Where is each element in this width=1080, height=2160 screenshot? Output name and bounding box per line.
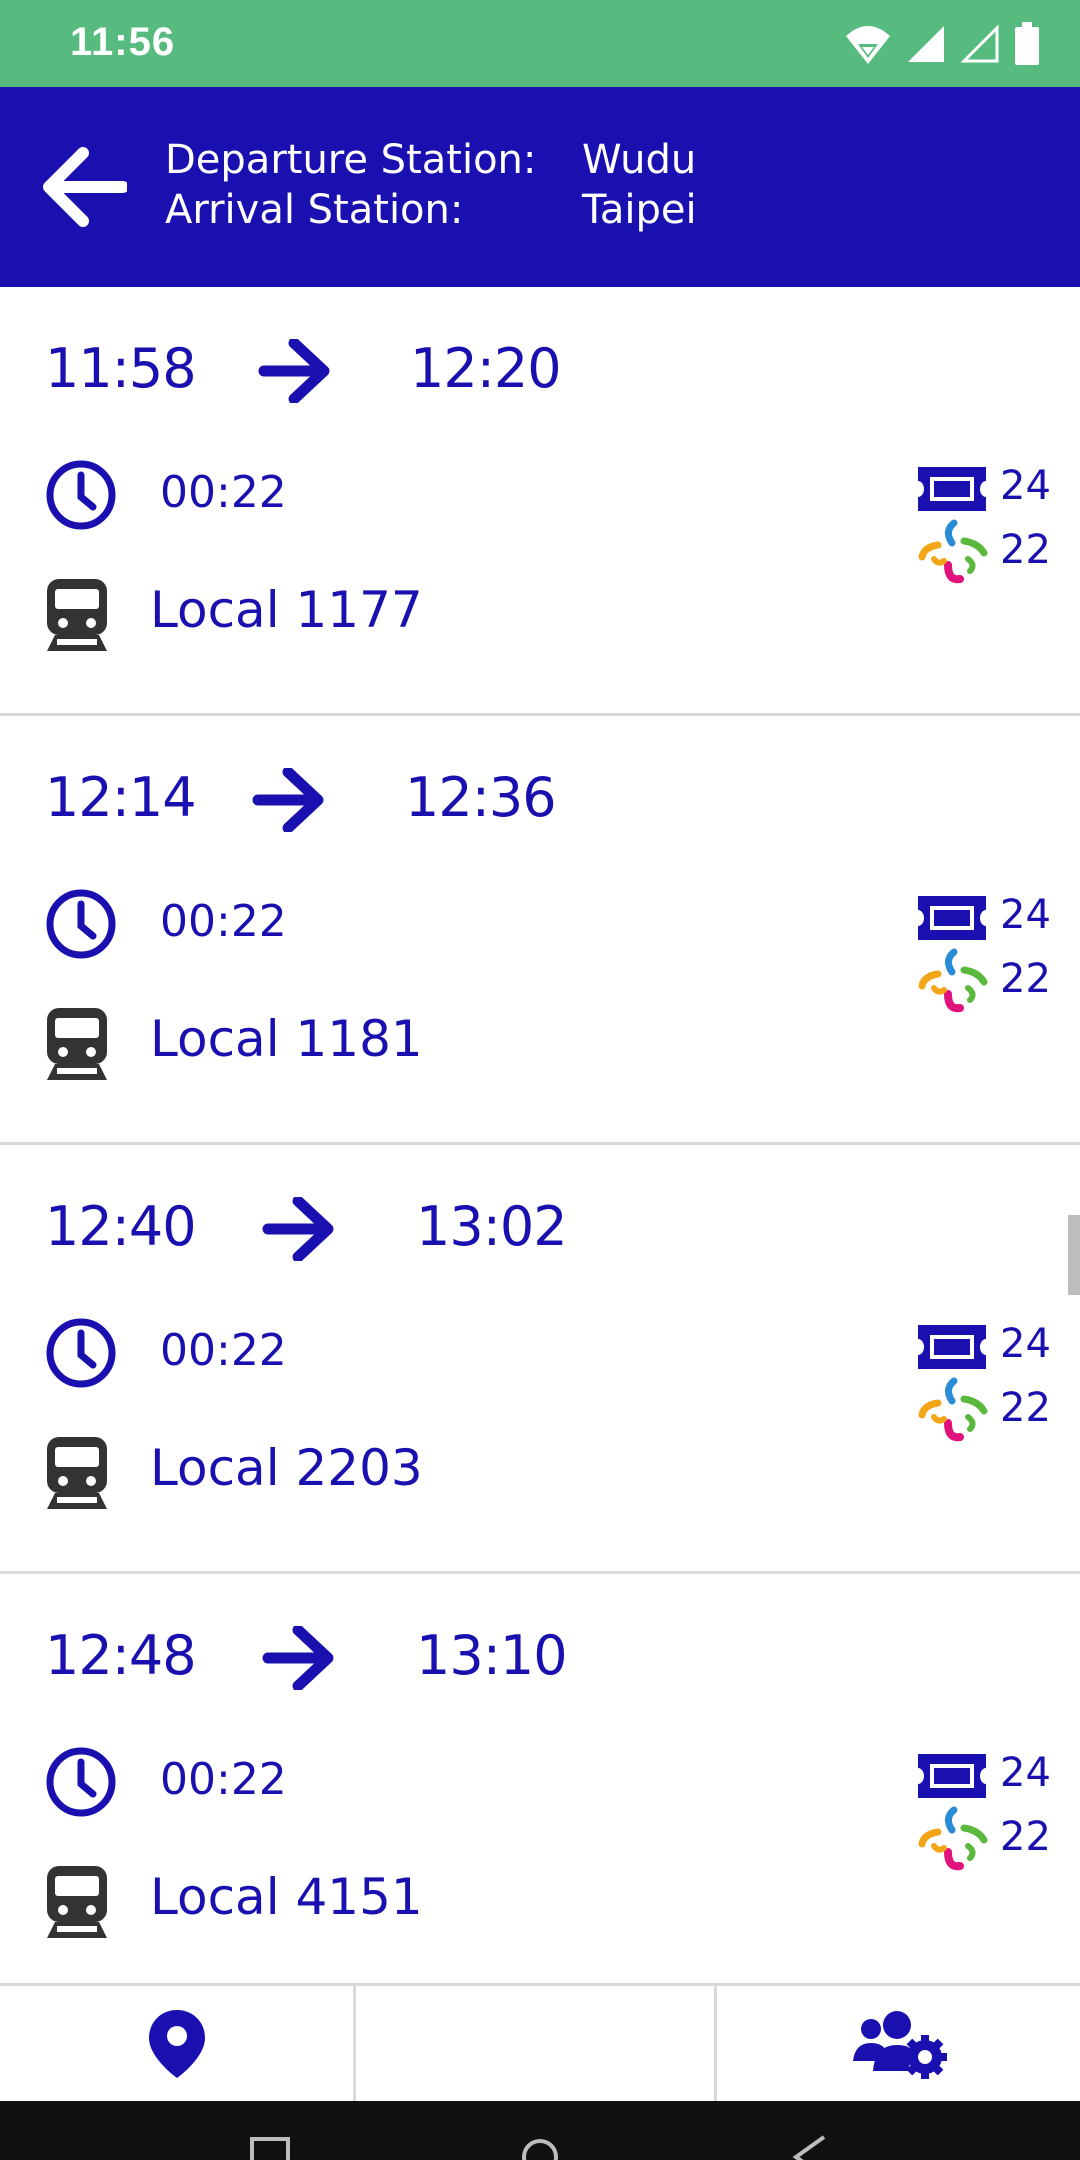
arrival-label: Arrival Station: — [165, 187, 464, 233]
easycard-icon — [918, 519, 988, 584]
card-price: 22 — [1000, 1385, 1051, 1431]
arrow-right-icon — [262, 1197, 334, 1261]
home-button[interactable] — [520, 2131, 560, 2160]
departure-time: 11:58 — [45, 337, 197, 400]
trip-duration: 00:22 — [160, 1325, 287, 1376]
ticket-price: 24 — [1000, 463, 1051, 509]
trip-duration: 00:22 — [160, 1754, 287, 1805]
back-nav-button[interactable] — [790, 2131, 830, 2160]
train-name: Local 4151 — [150, 1868, 423, 1926]
ticket-icon — [918, 896, 986, 940]
departure-time: 12:14 — [45, 766, 197, 829]
ticket-price: 24 — [1000, 1321, 1051, 1367]
departure-time: 12:40 — [45, 1195, 197, 1258]
departure-station: Wudu — [582, 137, 697, 183]
trip-card[interactable]: 12:40 13:02 00:22 Local 2203 24 22 — [0, 1145, 1080, 1574]
status-bar: 11:56 — [0, 0, 1080, 87]
system-nav-bar — [0, 2101, 1080, 2160]
train-name: Local 2203 — [150, 1439, 423, 1497]
trip-duration: 00:22 — [160, 896, 287, 947]
trip-card[interactable]: 11:58 12:20 00:22 Local 1177 24 22 — [0, 287, 1080, 716]
recents-button[interactable] — [250, 2131, 290, 2160]
easycard-icon — [918, 948, 988, 1013]
location-pin-icon — [148, 2009, 205, 2078]
easycard-icon — [918, 1377, 988, 1442]
wifi-icon — [846, 26, 890, 64]
train-icon — [47, 579, 107, 651]
arrival-time: 12:36 — [405, 766, 557, 829]
departure-time: 12:48 — [45, 1624, 197, 1687]
bottom-tab-bar — [0, 1983, 1080, 2101]
trip-list[interactable]: 11:58 12:20 00:22 Local 1177 24 22 12:14… — [0, 287, 1080, 1983]
clock-icon — [46, 1747, 116, 1817]
app-header: Departure Station: Arrival Station: Wudu… — [0, 87, 1080, 287]
status-icons — [844, 20, 1040, 68]
back-arrow-icon — [43, 147, 127, 227]
card-price: 22 — [1000, 527, 1051, 573]
back-triangle-icon — [792, 2135, 826, 2160]
arrival-station: Taipei — [582, 187, 697, 233]
clock-icon — [46, 460, 116, 530]
train-name: Local 1177 — [150, 581, 423, 639]
train-icon — [47, 1437, 107, 1509]
card-price: 22 — [1000, 956, 1051, 1002]
trip-card[interactable]: 12:14 12:36 00:22 Local 1181 24 22 — [0, 716, 1080, 1145]
users-settings-icon — [852, 2010, 947, 2079]
status-time: 11:56 — [70, 20, 176, 64]
arrow-right-icon — [258, 339, 330, 403]
trip-duration: 00:22 — [160, 467, 287, 518]
arrival-time: 12:20 — [410, 337, 562, 400]
battery-icon — [1015, 22, 1039, 65]
trip-card[interactable]: 12:48 13:10 00:22 Local 4151 24 22 — [0, 1574, 1080, 1983]
recents-icon — [250, 2137, 290, 2160]
tab-empty[interactable] — [356, 1986, 717, 2101]
tab-settings[interactable] — [717, 1986, 1080, 2101]
train-name: Local 1181 — [150, 1010, 423, 1068]
ticket-icon — [918, 467, 986, 511]
tab-location[interactable] — [0, 1986, 356, 2101]
scrollbar-thumb[interactable] — [1068, 1215, 1080, 1295]
home-icon — [522, 2139, 558, 2160]
ticket-price: 24 — [1000, 1750, 1051, 1796]
arrow-right-icon — [252, 768, 324, 832]
signal-empty-icon — [960, 24, 999, 63]
clock-icon — [46, 889, 116, 959]
train-icon — [47, 1008, 107, 1080]
signal-icon — [908, 26, 944, 62]
departure-label: Departure Station: — [165, 137, 537, 183]
train-icon — [47, 1866, 107, 1938]
card-price: 22 — [1000, 1814, 1051, 1860]
ticket-icon — [918, 1754, 986, 1798]
ticket-icon — [918, 1325, 986, 1369]
ticket-price: 24 — [1000, 892, 1051, 938]
back-button[interactable] — [40, 142, 130, 232]
arrival-time: 13:10 — [416, 1624, 568, 1687]
clock-icon — [46, 1318, 116, 1388]
arrival-time: 13:02 — [416, 1195, 568, 1258]
arrow-right-icon — [262, 1626, 334, 1690]
easycard-icon — [918, 1806, 988, 1871]
